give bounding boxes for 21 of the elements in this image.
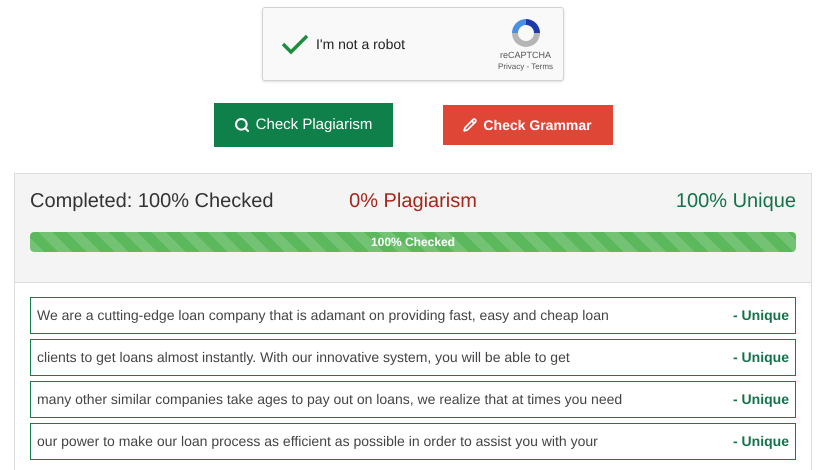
- sentence-text: We are a cutting-edge loan company that is adamant on providing fast, easy and cheap loan: [37, 306, 609, 325]
- result-status: - Unique: [733, 390, 789, 409]
- search-icon: [234, 117, 250, 133]
- pencil-icon: [463, 118, 478, 132]
- check-icon: [281, 33, 309, 55]
- plagiarism-percent: 0% Plagiarism: [349, 189, 477, 214]
- check-grammar-button[interactable]: Check Grammar: [442, 105, 612, 145]
- sentence-text: many other similar companies take ages to pay out on loans, we realize that at times you need: [37, 390, 622, 409]
- completed-status: Completed: 100% Checked: [30, 189, 274, 214]
- unique-percent: 100% Unique: [674, 189, 796, 214]
- captcha-links[interactable]: Privacy - Terms: [498, 60, 553, 72]
- result-status: - Unique: [733, 348, 789, 367]
- captcha-logo-icon: [510, 16, 542, 48]
- captcha-brand: reCAPTCHA: [500, 48, 552, 60]
- result-status: - Unique: [733, 306, 789, 325]
- captcha-label: I'm not a robot: [316, 34, 406, 54]
- check-plagiarism-button[interactable]: Check Plagiarism: [214, 103, 392, 147]
- result-status: - Unique: [733, 432, 789, 451]
- sentence-text: clients to get loans almost instantly. With our innovative system, you will be able to get: [37, 348, 570, 367]
- progress-label: 100% Checked: [370, 234, 456, 251]
- sentence-text: our power to make our loan process as efficient as possible in order to assist you with your: [37, 432, 598, 451]
